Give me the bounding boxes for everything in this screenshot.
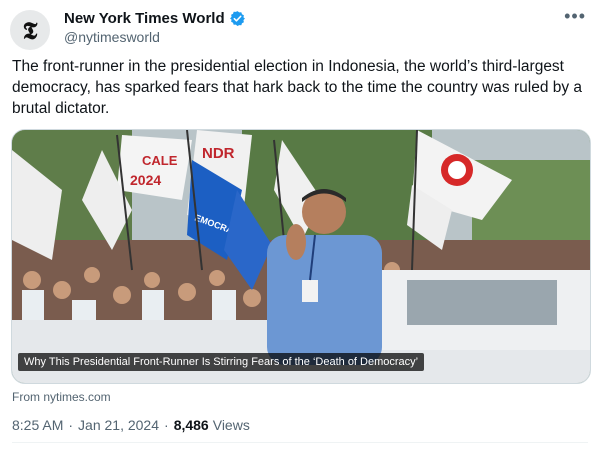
separator-dot: · <box>68 417 74 433</box>
rally-photo: CALE NDR 2024 EMOCRA <box>12 130 590 383</box>
avatar[interactable]: 𝕿 <box>10 10 50 50</box>
tweet-text: The front-runner in the presidential ele… <box>12 58 583 117</box>
author-handle[interactable]: @nytimesworld <box>64 29 160 45</box>
banner-text: NDR <box>202 145 235 162</box>
more-options-icon[interactable]: ••• <box>564 6 586 27</box>
banner-text: CALE <box>142 153 178 168</box>
verified-badge-icon <box>229 11 245 26</box>
card-headline: Why This Presidential Front-Runner Is St… <box>18 353 425 371</box>
banner-text: 2024 <box>130 172 161 188</box>
tweet-date[interactable]: Jan 21, 2024 <box>78 417 159 433</box>
tweet-time[interactable]: 8:25 AM <box>12 417 63 433</box>
tweet-meta: 8:25 AM · Jan 21, 2024 · 8,486 Views <box>12 417 250 433</box>
views-count: 8,486 <box>173 417 209 433</box>
views-label: Views <box>212 417 250 433</box>
author-row: New York Times World <box>64 10 246 27</box>
nyt-logo-icon: 𝕿 <box>22 15 38 45</box>
link-card-image[interactable]: CALE NDR 2024 EMOCRA Why This Presidenti… <box>11 129 591 384</box>
card-source[interactable]: From nytimes.com <box>12 390 111 404</box>
divider <box>12 442 588 443</box>
separator-dot: · <box>164 417 169 433</box>
author-name[interactable]: New York Times World <box>64 10 225 27</box>
